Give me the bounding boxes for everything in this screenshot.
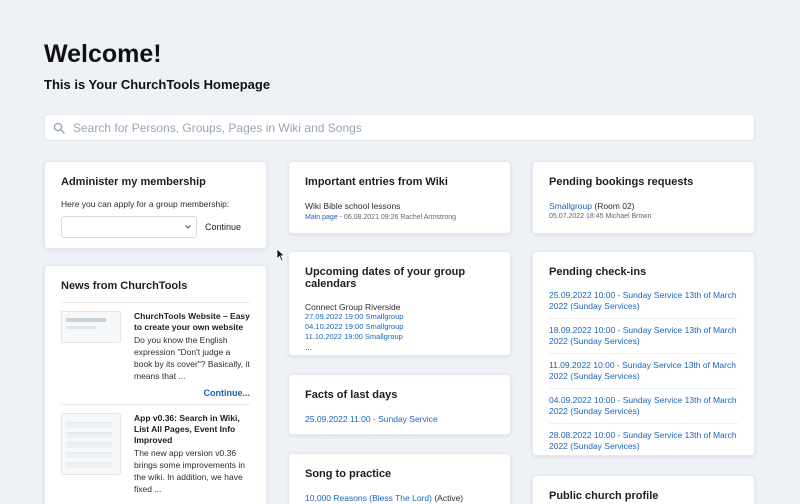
membership-description: Here you can apply for a group membershi… bbox=[61, 199, 230, 209]
calendar-more: ... bbox=[305, 342, 313, 352]
checkin-link[interactable]: 28.08.2022 10:00 - Sunday Service 13th o… bbox=[549, 430, 738, 452]
booking-room: (Room 02) bbox=[592, 201, 635, 211]
news-item-title[interactable]: ChurchTools Website – Easy to create you… bbox=[134, 311, 250, 333]
mouse-pointer-icon bbox=[276, 248, 286, 262]
group-select[interactable] bbox=[61, 216, 197, 238]
checkin-item[interactable]: 28.08.2022 10:00 - Sunday Service 13th o… bbox=[549, 424, 738, 455]
news-thumbnail bbox=[61, 311, 121, 343]
checkins-card: Pending check-ins 25.09.2022 10:00 - Sun… bbox=[532, 251, 755, 456]
bookings-title: Pending bookings requests bbox=[549, 176, 694, 188]
news-item-title[interactable]: App v0.36: Search in Wiki, List All Page… bbox=[134, 413, 250, 446]
search-bar[interactable] bbox=[44, 114, 755, 141]
song-card: Song to practice 10,000 Reasons (Bless T… bbox=[288, 453, 511, 504]
checkin-item[interactable]: 18.09.2022 10:00 - Sunday Service 13th o… bbox=[549, 319, 738, 354]
news-thumbnail bbox=[61, 413, 121, 475]
divider bbox=[61, 404, 250, 405]
song-title: Song to practice bbox=[305, 468, 392, 480]
chevron-down-icon bbox=[185, 225, 191, 229]
wiki-entry-meta: - 06.08.2021 09:26 Rachel Armstrong bbox=[337, 214, 456, 221]
facts-title: Facts of last days bbox=[305, 389, 398, 401]
page-subtitle: This is Your ChurchTools Homepage bbox=[44, 77, 271, 92]
checkin-item[interactable]: 25.09.2022 10:00 - Sunday Service 13th o… bbox=[549, 284, 738, 319]
checkin-link[interactable]: 11.09.2022 10:00 - Sunday Service 13th o… bbox=[549, 360, 738, 382]
song-link[interactable]: 10,000 Reasons (Bless The Lord) bbox=[305, 493, 432, 503]
membership-continue-button[interactable]: Continue bbox=[205, 222, 241, 232]
search-input[interactable] bbox=[73, 120, 754, 135]
profile-card: Public church profile bbox=[532, 475, 755, 504]
calendars-title: Upcoming dates of your group calendars bbox=[305, 266, 466, 290]
news-item[interactable]: App v0.36: Search in Wiki, List All Page… bbox=[61, 413, 250, 495]
wiki-title: Important entries from Wiki bbox=[305, 176, 448, 188]
calendar-group-name: Connect Group Riverside bbox=[305, 302, 401, 312]
calendar-date-link[interactable]: 11.10.2022 19:00 Smallgroup bbox=[305, 332, 494, 342]
checkin-link[interactable]: 04.09.2022 10:00 - Sunday Service 13th o… bbox=[549, 395, 738, 417]
news-item-text: Do you know the English expression "Don'… bbox=[134, 335, 250, 381]
checkin-item[interactable]: 11.09.2022 10:00 - Sunday Service 13th o… bbox=[549, 354, 738, 389]
facts-card: Facts of last days 25.09.2022 11:00 - Su… bbox=[288, 374, 511, 435]
checkins-title: Pending check-ins bbox=[549, 266, 647, 278]
homepage: Welcome! This is Your ChurchTools Homepa… bbox=[0, 0, 800, 504]
profile-title: Public church profile bbox=[549, 490, 659, 502]
news-item-text: The new app version v0.36 brings some im… bbox=[134, 448, 246, 494]
wiki-entry-title: Wiki Bible school lessons bbox=[305, 201, 401, 211]
news-title: News from ChurchTools bbox=[61, 280, 188, 292]
calendars-card: Upcoming dates of your group calendars C… bbox=[288, 251, 511, 356]
wiki-entry-link[interactable]: Main page bbox=[305, 214, 338, 221]
divider bbox=[61, 302, 250, 303]
membership-title: Administer my membership bbox=[61, 176, 206, 188]
calendar-date-link[interactable]: 04.10.2022 19:00 Smallgroup bbox=[305, 322, 494, 332]
bookings-card: Pending bookings requests Smallgroup (Ro… bbox=[532, 161, 755, 234]
song-status: (Active) bbox=[431, 493, 464, 503]
news-continue-link[interactable]: Continue... bbox=[61, 388, 251, 398]
checkin-link[interactable]: 18.09.2022 10:00 - Sunday Service 13th o… bbox=[549, 325, 738, 347]
facts-entry-link[interactable]: 25.09.2022 11:00 - Sunday Service bbox=[305, 413, 494, 425]
search-icon bbox=[53, 122, 65, 134]
calendar-date-link[interactable]: 27.09.2022 19:00 Smallgroup bbox=[305, 312, 494, 322]
membership-card: Administer my membership Here you can ap… bbox=[44, 161, 267, 249]
booking-link[interactable]: Smallgroup bbox=[549, 201, 592, 211]
checkin-item[interactable]: 04.09.2022 10:00 - Sunday Service 13th o… bbox=[549, 389, 738, 424]
booking-meta: 05.07.2022 18:45 Michael Brown bbox=[549, 213, 652, 220]
news-card: News from ChurchTools ChurchTools Websit… bbox=[44, 265, 267, 504]
checkin-link[interactable]: 25.09.2022 10:00 - Sunday Service 13th o… bbox=[549, 290, 738, 312]
page-title: Welcome! bbox=[44, 40, 162, 68]
news-item[interactable]: ChurchTools Website – Easy to create you… bbox=[61, 311, 250, 382]
wiki-card: Important entries from Wiki Wiki Bible s… bbox=[288, 161, 511, 234]
